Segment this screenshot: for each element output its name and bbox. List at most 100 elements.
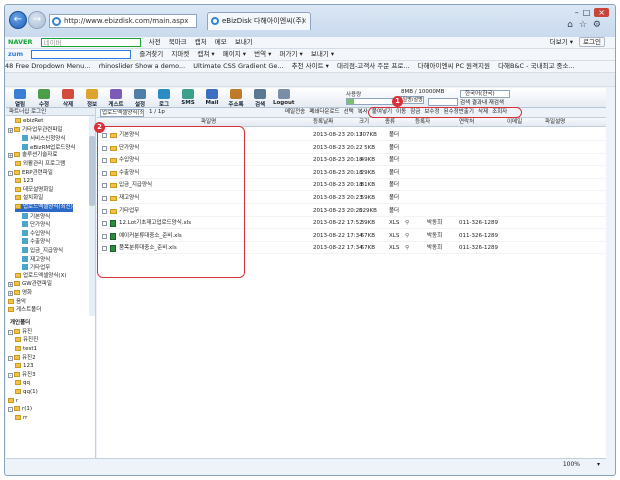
tree-node[interactable]: qq (15, 380, 30, 388)
expand-toggle-icon[interactable]: + (8, 291, 13, 296)
column-header-cell[interactable]: 등록날짜 (313, 118, 333, 126)
logout-button[interactable]: Logout (273, 89, 295, 106)
expand-toggle-icon[interactable]: + (8, 282, 13, 288)
tab-close-icon[interactable]: × (301, 13, 307, 29)
tree-scrollbar[interactable] (89, 116, 95, 316)
tree-node[interactable]: 123 (15, 363, 34, 371)
naver-login-button[interactable]: 로그인 (579, 37, 605, 47)
toolbar-button-6[interactable]: 로그 (154, 89, 174, 108)
favorite-link[interactable]: rhinoslider Show a demo... (99, 62, 186, 70)
zum-item-translate[interactable]: 번역 ▾ (254, 50, 271, 58)
expand-toggle-icon[interactable]: - (8, 170, 13, 176)
tree-node[interactable]: 외활관리 프로그램 (15, 161, 65, 169)
tree-node[interactable]: - ERP관련파일 (8, 169, 53, 178)
zoom-level[interactable]: 100% (563, 459, 580, 470)
tree-node[interactable]: 입금_지급양식 (22, 247, 63, 255)
tree-node[interactable]: 음악 (8, 298, 26, 307)
refine-search-checkbox[interactable]: 결과내 재검색 (472, 100, 504, 106)
zum-item-gmarket[interactable]: 지마켓 (171, 50, 189, 58)
toolbar-button-0[interactable]: 열림 (10, 89, 30, 108)
naver-item-bookmark[interactable]: 북마크 (169, 38, 187, 46)
tree-node[interactable]: 수출양식 (22, 238, 50, 246)
zum-search-input[interactable] (31, 49, 132, 59)
toolbar-button-2[interactable]: 삭제 (58, 89, 78, 108)
favorite-link[interactable]: 다해B&C - 국내최고 중소... (498, 62, 575, 70)
tree-node[interactable]: - 유진3 (8, 371, 36, 380)
tree-node[interactable]: 단가양식 (22, 221, 50, 229)
gear-icon[interactable]: ⚙ (593, 20, 607, 30)
file-action-button[interactable]: 선택 (344, 109, 354, 115)
tree-node[interactable]: qq(1) (15, 389, 38, 397)
zum-item-favorites[interactable]: 즐겨찾기 (139, 50, 163, 58)
zum-item-send[interactable]: 보내기 ▾ (311, 50, 334, 58)
column-header-cell[interactable]: 연락처 (459, 118, 474, 126)
toolbar-button-5[interactable]: 설정 (130, 89, 150, 108)
column-header-cell[interactable]: 등록자 (415, 118, 430, 126)
browser-tab[interactable]: eBizDisk 다해아이엔씨(주) × (207, 12, 311, 30)
back-button[interactable]: ← (9, 11, 27, 29)
tree-node[interactable]: 기타업무 (22, 264, 50, 272)
naver-item-capture[interactable]: 캡처 (195, 38, 207, 46)
toolbar-button-7[interactable]: SMS (178, 89, 198, 106)
tree-node[interactable]: + GW관련파일 (8, 281, 52, 289)
forward-button[interactable]: → (28, 11, 46, 29)
naver-item-memo[interactable]: 메모 (215, 38, 227, 46)
naver-search-input[interactable]: 네이버 (40, 37, 141, 47)
tree-node[interactable]: test1 (15, 346, 37, 354)
minimize-icon[interactable]: – (575, 8, 583, 17)
naver-more[interactable]: 더보기 ▾ (550, 38, 573, 46)
tree-node[interactable]: + 기타업무관련파일 (8, 126, 62, 135)
naver-item-dict[interactable]: 사전 (149, 38, 161, 46)
column-header-cell[interactable]: 파일명 (201, 118, 216, 126)
toolbar-button-9[interactable]: 주소록 (226, 89, 246, 108)
tree-node[interactable]: 업로드엑셀양식(X) (15, 272, 66, 281)
tree-node[interactable]: r (8, 397, 18, 406)
column-header-cell[interactable]: 파일설명 (545, 118, 565, 126)
tree-node[interactable]: 기본양식 (22, 212, 50, 221)
column-header-cell[interactable]: 크기 (359, 118, 369, 126)
favorite-link[interactable]: 추천 사이트 ▾ (292, 62, 329, 70)
tree-node[interactable]: + 영화 (8, 290, 32, 298)
toolbar-button-1[interactable]: 수정 (34, 89, 54, 108)
close-icon[interactable]: × (594, 8, 609, 17)
expand-toggle-icon[interactable]: + (8, 127, 13, 133)
tree-node[interactable]: 유진진 (15, 337, 38, 345)
zum-item-share[interactable]: 퍼가기 ▾ (279, 50, 302, 58)
tree-node[interactable]: - 유진2 (8, 354, 36, 363)
tree-scroll-thumb[interactable] (89, 136, 95, 206)
path-select[interactable]: 업로드엑셀양식(최신) (100, 109, 144, 117)
expand-toggle-icon[interactable]: - (8, 372, 13, 378)
tree-node[interactable]: 재고양식 (22, 255, 50, 264)
tree-node[interactable]: 123 (15, 178, 34, 186)
tree-node[interactable]: + 솔루션기술자료 (8, 152, 57, 160)
tree-node[interactable]: 업로드엑셀양식(최신) (15, 204, 73, 212)
file-action-button[interactable]: 폐쇄다운로드 (309, 109, 339, 115)
toolbar-button-8[interactable]: Mail (202, 89, 222, 106)
tree-node[interactable]: - 유진 (8, 328, 32, 337)
column-header-cell[interactable]: 이메일 (507, 118, 522, 126)
zum-item-page[interactable]: 페이지 ▾ (223, 50, 246, 58)
language-select[interactable]: 한국어(한국) (460, 90, 510, 98)
zum-item-capture[interactable]: 캡쳐 ▾ (197, 50, 214, 58)
home-icon[interactable]: ⌂ (567, 20, 579, 30)
tree-node[interactable]: 데모설명화일 (15, 186, 53, 195)
favorite-link[interactable]: 다해아이엔씨 PC 원격지원 (418, 62, 490, 70)
search-input[interactable] (428, 98, 458, 106)
favorite-link[interactable]: Ultimate CSS Gradient Ge... (193, 62, 283, 70)
tree-node[interactable]: 설치화일 (15, 195, 43, 203)
file-action-button[interactable]: 메일전송 (285, 109, 305, 115)
toolbar-button-3[interactable]: 정보 (82, 89, 102, 108)
tree-node[interactable]: eBizRM업로드양식 (22, 143, 75, 152)
tree-node[interactable]: rr (15, 414, 27, 423)
tree-node[interactable]: - r(1) (8, 406, 32, 414)
favorite-link[interactable]: 대리점-고객사 주문 프로... (337, 62, 409, 70)
naver-item-send[interactable]: 보내기 (235, 38, 253, 46)
tree-node[interactable]: ebizRet (15, 118, 43, 126)
zoom-dropdown-icon[interactable]: ▾ (597, 459, 600, 470)
favorite-link[interactable]: 48 Free Dropdown Menu... (5, 62, 90, 70)
expand-toggle-icon[interactable]: - (8, 407, 13, 413)
file-action-button[interactable]: 복사 (358, 109, 368, 115)
tree-node[interactable]: 게스트폴더 (8, 307, 41, 315)
maximize-icon[interactable]: □ (583, 8, 595, 17)
toolbar-button-4[interactable]: 게스트 (106, 89, 126, 108)
